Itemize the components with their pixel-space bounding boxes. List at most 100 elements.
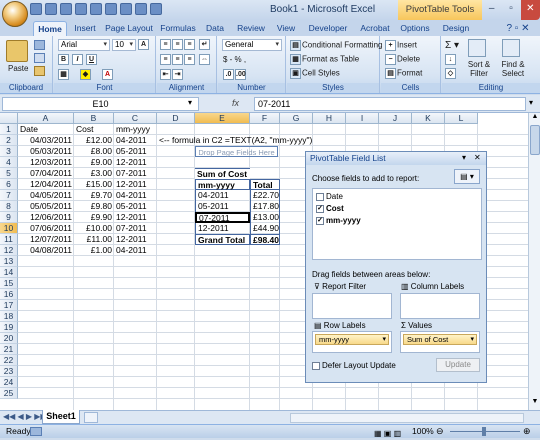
- row-header-19[interactable]: 19: [0, 322, 18, 333]
- scroll-down-icon[interactable]: ▼: [530, 398, 540, 408]
- column-header-c[interactable]: C: [114, 113, 157, 124]
- name-box[interactable]: E10: [2, 97, 199, 111]
- vertical-scrollbar[interactable]: ▲ ▼: [528, 113, 540, 410]
- expand-formula-icon[interactable]: ▾: [529, 98, 533, 107]
- report-filter-area[interactable]: [312, 293, 392, 319]
- open-icon[interactable]: [90, 3, 102, 15]
- row-header-21[interactable]: 21: [0, 344, 18, 355]
- zoom-slider-thumb[interactable]: [482, 427, 486, 436]
- row-header-22[interactable]: 22: [0, 355, 18, 366]
- row-header-10[interactable]: 10: [0, 223, 18, 234]
- pivot-row-label[interactable]: 07-2011: [195, 212, 250, 223]
- tab-view[interactable]: View: [273, 21, 299, 36]
- redo-icon[interactable]: [60, 3, 72, 15]
- row-header-13[interactable]: 13: [0, 256, 18, 267]
- row-header-2[interactable]: 2: [0, 135, 18, 146]
- sort-filter-button[interactable]: Sort & Filter: [464, 60, 494, 78]
- horizontal-scrollbar[interactable]: [290, 413, 524, 423]
- new-sheet-icon[interactable]: [84, 412, 98, 423]
- row-header-23[interactable]: 23: [0, 366, 18, 377]
- indent-icon[interactable]: ⇤ ⇥: [160, 69, 184, 80]
- row-header-6[interactable]: 6: [0, 179, 18, 190]
- save-icon[interactable]: [30, 3, 42, 15]
- row-labels-area[interactable]: mm-yyyy: [312, 331, 392, 353]
- undo-icon[interactable]: [45, 3, 57, 15]
- column-header-i[interactable]: I: [346, 113, 379, 124]
- sheet-nav-icon[interactable]: ◀◀ ◀ ▶ ▶▶: [3, 412, 47, 421]
- bold-button[interactable]: B: [58, 54, 70, 65]
- checkbox-defer[interactable]: [312, 361, 320, 370]
- zoom-in-icon[interactable]: ⊕: [523, 425, 531, 438]
- print-icon[interactable]: [105, 3, 117, 15]
- pivot-row-label[interactable]: 04-2011: [195, 190, 250, 201]
- sheet-tab-sheet1[interactable]: Sheet1: [42, 410, 80, 424]
- scroll-up-icon[interactable]: ▲: [530, 113, 540, 123]
- field-layout-icon[interactable]: ▤ ▾: [454, 169, 480, 184]
- tab-developer[interactable]: Developer: [302, 21, 354, 36]
- column-header-f[interactable]: F: [250, 113, 280, 124]
- clear-icon[interactable]: ◇: [445, 68, 457, 79]
- row-header-5[interactable]: 5: [0, 168, 18, 179]
- view-buttons-icon[interactable]: ▦ ▣ ▥: [374, 427, 404, 438]
- tab-data[interactable]: Data: [202, 21, 228, 36]
- font-color-icon[interactable]: A: [102, 69, 114, 80]
- italic-button[interactable]: I: [72, 54, 84, 65]
- sort-filter-icon[interactable]: [468, 39, 486, 57]
- conditional-formatting-button[interactable]: ▤ Conditional Formatting: [290, 40, 382, 51]
- panel-dropdown-icon[interactable]: ▾: [462, 153, 466, 162]
- checkbox-cost[interactable]: ✓: [316, 204, 324, 213]
- accounting-format[interactable]: $ - % ,: [223, 55, 246, 64]
- row-header-15[interactable]: 15: [0, 278, 18, 289]
- tab-options[interactable]: Options: [398, 21, 432, 36]
- macro-record-icon[interactable]: [30, 427, 42, 436]
- row-header-24[interactable]: 24: [0, 377, 18, 388]
- fill-color-icon[interactable]: ◆: [80, 69, 92, 80]
- format-as-table-button[interactable]: ▦ Format as Table: [290, 54, 359, 65]
- pivot-row-label[interactable]: 05-2011: [195, 201, 250, 212]
- number-format-select[interactable]: General: [222, 39, 282, 51]
- value-field-pill[interactable]: Sum of Cost: [403, 334, 477, 345]
- find-select-button[interactable]: Find & Select: [496, 60, 530, 78]
- tab-page-layout[interactable]: Page Layout: [103, 21, 155, 36]
- paste-icon[interactable]: [6, 40, 28, 62]
- insert-function-icon[interactable]: fx: [232, 98, 239, 108]
- fill-icon[interactable]: ↓: [445, 54, 457, 65]
- pivot-row-label[interactable]: 12-2011: [195, 223, 250, 234]
- tab-formulas[interactable]: Formulas: [158, 21, 198, 36]
- pivot-row-header[interactable]: mm-yyyy: [195, 179, 250, 190]
- row-header-14[interactable]: 14: [0, 267, 18, 278]
- row-header-1[interactable]: 1: [0, 124, 18, 135]
- select-all-corner[interactable]: [0, 113, 18, 124]
- column-header-g[interactable]: G: [280, 113, 313, 124]
- qat-more-icon[interactable]: [150, 3, 162, 15]
- tab-home[interactable]: Home: [33, 21, 67, 36]
- scroll-thumb[interactable]: [530, 125, 540, 155]
- column-header-k[interactable]: K: [412, 113, 445, 124]
- formula-input[interactable]: 07-2011: [254, 97, 526, 111]
- column-header-h[interactable]: H: [313, 113, 346, 124]
- checkbox-mm-yyyy[interactable]: ✓: [316, 216, 324, 225]
- drop-page-fields-area[interactable]: Drop Page Fields Here: [195, 146, 278, 157]
- close-button[interactable]: ✕: [520, 0, 540, 20]
- merge-icon[interactable]: ⇔: [199, 54, 211, 65]
- grow-font-icon[interactable]: A: [138, 39, 150, 50]
- column-header-b[interactable]: B: [74, 113, 114, 124]
- panel-close-icon[interactable]: ✕: [474, 153, 481, 162]
- spelling-icon[interactable]: [135, 3, 147, 15]
- row-header-4[interactable]: 4: [0, 157, 18, 168]
- values-area[interactable]: Sum of Cost: [400, 331, 480, 353]
- wrap-text-icon[interactable]: ↵: [199, 39, 211, 50]
- row-header-7[interactable]: 7: [0, 190, 18, 201]
- preview-icon[interactable]: [120, 3, 132, 15]
- format-painter-icon[interactable]: [34, 66, 45, 76]
- underline-button[interactable]: U: [86, 54, 98, 65]
- tab-design[interactable]: Design: [440, 21, 472, 36]
- cell-styles-button[interactable]: ▣ Cell Styles: [290, 68, 340, 79]
- align-left-icon[interactable]: ≡ ≡ ≡: [160, 54, 196, 65]
- row-header-25[interactable]: 25: [0, 388, 18, 399]
- row-header-16[interactable]: 16: [0, 289, 18, 300]
- find-select-icon[interactable]: [502, 39, 520, 57]
- zoom-level[interactable]: 100%: [412, 425, 434, 438]
- paste-button[interactable]: Paste: [8, 64, 28, 73]
- tab-review[interactable]: Review: [232, 21, 270, 36]
